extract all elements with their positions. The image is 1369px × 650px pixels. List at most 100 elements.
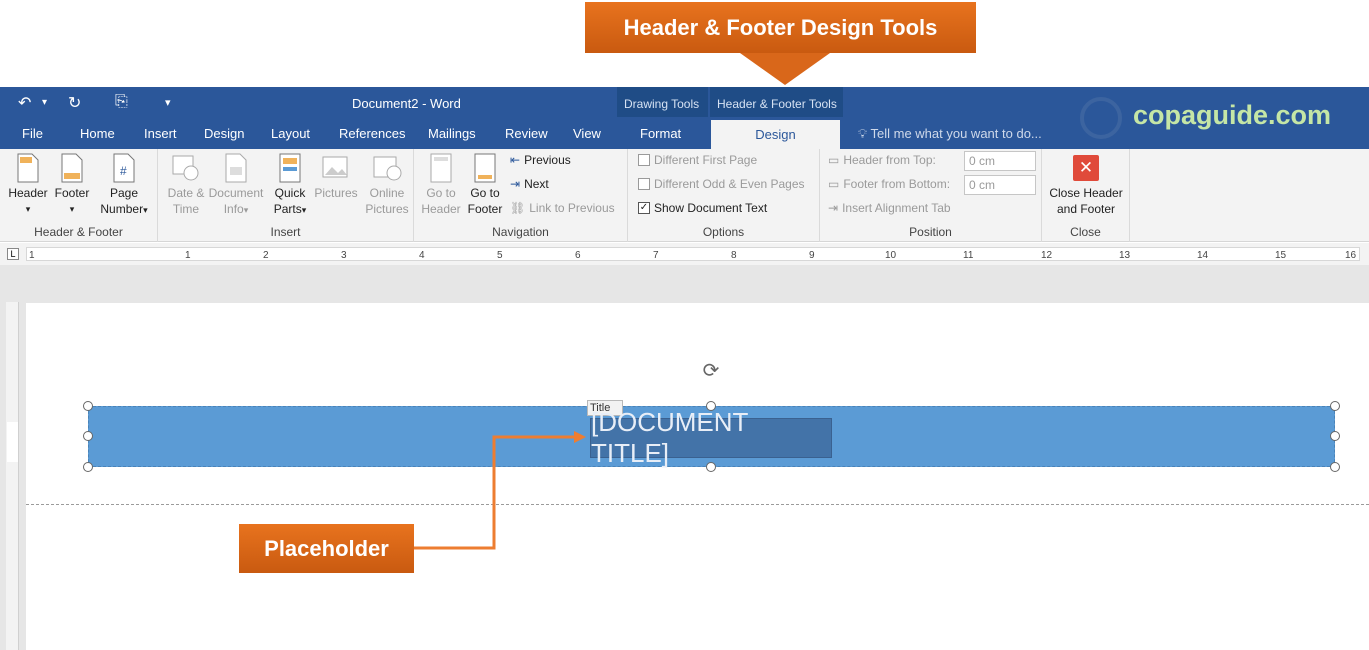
close-icon: ✕: [1073, 155, 1099, 181]
tab-selector[interactable]: L: [7, 248, 19, 260]
group-label-options: Options: [702, 225, 745, 239]
print-preview-icon[interactable]: ⎘: [115, 93, 128, 111]
page-number-label-2: Number: [100, 202, 144, 216]
footer-from-bottom-control: ▭ Footer from Bottom:: [828, 177, 950, 191]
tab-hf-design[interactable]: Design: [711, 120, 840, 149]
header-button[interactable]: Header ▾: [6, 153, 50, 217]
brand-logo-icon: [1080, 97, 1122, 139]
resize-handle[interactable]: [1330, 431, 1340, 441]
header-from-top-label: Header from Top:: [843, 153, 936, 167]
svg-text:#: #: [120, 164, 127, 178]
ruler-number: 13: [1119, 250, 1131, 261]
ribbon: Header ▾ Footer ▾ # Page Number▾ Header …: [0, 149, 1369, 242]
tab-design[interactable]: Design: [204, 126, 244, 141]
quick-parts-button[interactable]: Quick Parts▾: [270, 153, 310, 218]
callout-placeholder: Placeholder: [239, 524, 414, 573]
goto-header-button[interactable]: Go to Header: [420, 153, 462, 217]
show-document-text-checkbox[interactable]: ✓ Show Document Text: [638, 201, 767, 215]
footer-from-bottom-input[interactable]: 0 cm: [964, 175, 1036, 195]
online-pictures-button[interactable]: Online Pictures: [362, 153, 412, 217]
customize-qat-icon[interactable]: ▾: [165, 96, 171, 109]
footer-button[interactable]: Footer ▾: [52, 153, 92, 217]
tab-file[interactable]: File: [22, 126, 43, 141]
close-header-footer-label-2: and Footer: [1056, 202, 1116, 216]
ruler-track[interactable]: 1 1 2 3 4 5 6 7 8 9 10 11 12 13 14 15 16: [26, 247, 1360, 261]
different-first-page-checkbox[interactable]: Different First Page: [638, 153, 757, 167]
quick-parts-label-2: Parts: [273, 202, 302, 216]
online-pictures-label-2: Pictures: [365, 202, 409, 216]
footer-label: Footer: [54, 186, 90, 200]
ruler-number: 2: [263, 250, 269, 261]
resize-handle[interactable]: [1330, 462, 1340, 472]
ruler-number: 4: [419, 250, 425, 261]
header-boundary-line: [26, 504, 1369, 505]
previous-button[interactable]: ⇤ Previous: [510, 153, 571, 167]
footer-from-bottom-label: Footer from Bottom:: [843, 177, 951, 191]
header-position-icon: ▭: [828, 153, 840, 167]
date-time-button[interactable]: Date & Time: [162, 153, 210, 217]
document-info-label-2: Info: [223, 202, 244, 216]
ruler-number: 7: [653, 250, 659, 261]
group-label-navigation: Navigation: [492, 225, 549, 239]
pictures-icon: [322, 156, 348, 178]
page-number-label-1: Page: [109, 186, 139, 200]
insert-alignment-tab-button[interactable]: ⇥ Insert Alignment Tab: [828, 201, 951, 215]
ruler-number: 3: [341, 250, 347, 261]
document-title: Document2 - Word: [352, 96, 461, 111]
pictures-label: Pictures: [314, 186, 358, 200]
goto-header-label-2: Header: [421, 202, 461, 216]
group-label-insert: Insert: [270, 225, 301, 239]
close-header-footer-button[interactable]: ✕ Close Header and Footer: [1044, 155, 1128, 217]
tab-insert[interactable]: Insert: [144, 126, 177, 141]
next-button[interactable]: ⇥ Next: [510, 177, 549, 191]
checkbox-icon: [638, 154, 650, 166]
group-position: ▭ Header from Top: 0 cm ▭ Footer from Bo…: [820, 149, 1042, 242]
resize-handle[interactable]: [83, 431, 93, 441]
ruler-number: 6: [575, 250, 581, 261]
header-from-top-input[interactable]: 0 cm: [964, 151, 1036, 171]
tab-home[interactable]: Home: [80, 126, 115, 141]
tab-review[interactable]: Review: [505, 126, 548, 141]
link-to-previous-label: Link to Previous: [529, 201, 615, 215]
document-info-button[interactable]: Document Info▾: [208, 153, 264, 218]
link-to-previous-button[interactable]: ⛓︎ Link to Previous: [510, 201, 615, 215]
footer-icon: [61, 153, 83, 183]
goto-footer-icon: [474, 153, 496, 183]
redo-icon[interactable]: ↻: [68, 93, 81, 113]
page-number-button[interactable]: # Page Number▾: [94, 153, 154, 218]
callout-arrow: [740, 53, 830, 85]
undo-icon[interactable]: ↶: [18, 93, 31, 113]
tab-layout[interactable]: Layout: [271, 126, 310, 141]
pictures-button[interactable]: Pictures: [312, 153, 360, 201]
resize-handle[interactable]: [1330, 401, 1340, 411]
callout-hf-design-tools: Header & Footer Design Tools: [585, 2, 976, 53]
checkbox-icon: [638, 178, 650, 190]
horizontal-ruler: L 1 1 2 3 4 5 6 7 8 9 10 11 12 13 14 15 …: [0, 243, 1369, 265]
tell-me-search[interactable]: 💡︎ Tell me what you want to do...: [858, 126, 1042, 142]
tab-mailings[interactable]: Mailings: [428, 126, 476, 141]
different-odd-even-checkbox[interactable]: Different Odd & Even Pages: [638, 177, 805, 191]
close-header-footer-label-1: Close Header: [1049, 186, 1123, 200]
resize-handle[interactable]: [83, 462, 93, 472]
tab-view[interactable]: View: [573, 126, 601, 141]
tab-format[interactable]: Format: [640, 126, 681, 141]
rotate-handle-icon[interactable]: ⟳: [700, 360, 722, 382]
date-time-label-2: Time: [172, 202, 200, 216]
drawing-tools-label: Drawing Tools: [624, 97, 700, 111]
ruler-number: 11: [963, 250, 974, 261]
previous-section-icon: ⇤: [510, 153, 521, 167]
ruler-number: 14: [1197, 250, 1209, 261]
quick-parts-icon: [279, 153, 301, 183]
ruler-number: 1: [185, 250, 191, 261]
document-page[interactable]: [26, 303, 1369, 650]
resize-handle[interactable]: [83, 401, 93, 411]
goto-footer-button[interactable]: Go to Footer: [464, 153, 506, 217]
ruler-number: 9: [809, 250, 815, 261]
undo-dropdown-icon[interactable]: ▾: [42, 97, 47, 108]
document-title-placeholder[interactable]: [DOCUMENT TITLE]: [590, 407, 832, 468]
tell-me-text: Tell me what you want to do...: [870, 126, 1042, 141]
footer-position-icon: ▭: [828, 177, 840, 191]
ruler-number: 10: [885, 250, 897, 261]
page-number-icon: #: [113, 153, 135, 183]
tab-references[interactable]: References: [339, 126, 405, 141]
